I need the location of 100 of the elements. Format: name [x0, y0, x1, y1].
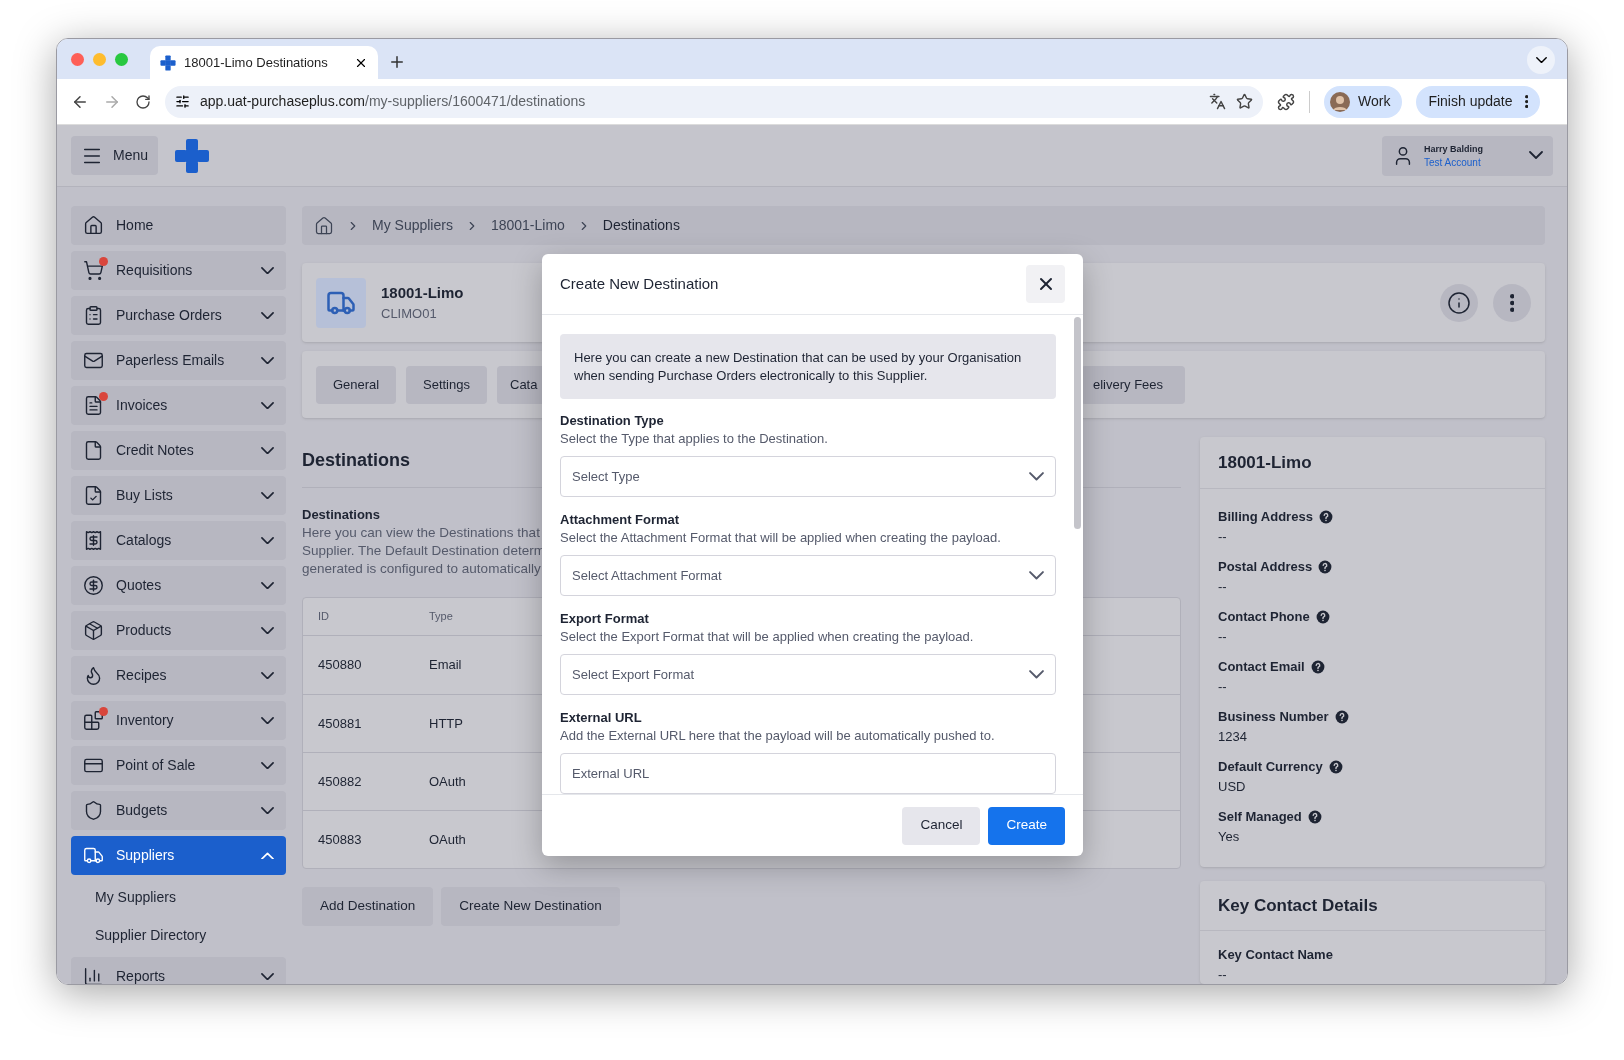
- avatar-icon: [1330, 91, 1350, 112]
- sidebar-label: Recipes: [116, 666, 168, 685]
- input-field[interactable]: External URL: [560, 753, 1056, 794]
- field-label: Contact Email: [1218, 658, 1305, 676]
- translate-icon[interactable]: [1209, 93, 1226, 110]
- clipboard-icon: [83, 305, 104, 326]
- table-cell-text: 450882: [317, 772, 363, 791]
- sidebar-label: Requisitions: [116, 261, 194, 280]
- browser-tab[interactable]: 18001-Limo Destinations: [150, 46, 378, 79]
- help-icon: [1307, 809, 1322, 824]
- shield-icon: [83, 800, 104, 821]
- sidebar-item[interactable]: Invoices: [71, 386, 286, 425]
- scrollbar[interactable]: [1074, 317, 1081, 529]
- info-button[interactable]: [1440, 283, 1478, 322]
- menu-button[interactable]: Menu: [71, 136, 158, 175]
- sidebar-item[interactable]: Recipes: [71, 656, 286, 695]
- column-header: Type: [429, 609, 453, 625]
- field-label: Key Contact Name: [1218, 946, 1334, 964]
- reload-icon[interactable]: [135, 93, 151, 110]
- receipt-icon: [83, 530, 104, 551]
- house-icon[interactable]: [314, 215, 334, 236]
- field-label: Attachment Format: [560, 511, 681, 529]
- bookmark-star-icon[interactable]: [1236, 93, 1253, 110]
- truck-icon: [83, 845, 104, 866]
- sidebar-item[interactable]: Budgets: [71, 791, 286, 830]
- select-field[interactable]: Select Export Format: [560, 654, 1056, 695]
- sidebar-item[interactable]: Quotes: [71, 566, 286, 605]
- sidebar-item[interactable]: Suppliers: [71, 836, 286, 875]
- address-bar[interactable]: app.uat-purchaseplus.com/my-suppliers/1600471/destinations: [165, 85, 1263, 118]
- supplier-code: CLIMO01: [381, 305, 438, 323]
- tab-search-button[interactable]: [1527, 46, 1555, 74]
- dollar-coin-icon: [83, 575, 104, 596]
- help-icon: [1334, 709, 1349, 724]
- field-value: --: [1218, 527, 1228, 546]
- breadcrumb-link[interactable]: 18001-Limo: [490, 215, 565, 236]
- sidebar-label: Credit Notes: [116, 441, 195, 460]
- sidebar-subitem[interactable]: Supplier Directory: [71, 919, 286, 951]
- sidebar-item[interactable]: Paperless Emails: [71, 341, 286, 380]
- close-button[interactable]: [1026, 265, 1065, 303]
- field-value: Yes: [1218, 827, 1241, 846]
- info-icon: [1447, 290, 1471, 315]
- create-button[interactable]: Create: [988, 806, 1065, 845]
- field-value: --: [1218, 965, 1228, 984]
- field-label: Billing Address: [1218, 508, 1313, 526]
- table-cell-text: 450883: [317, 830, 363, 849]
- cart-icon: [83, 260, 104, 281]
- sidebar-label: Buy Lists: [116, 486, 174, 505]
- new-tab-icon[interactable]: [388, 53, 406, 71]
- sidebar-item[interactable]: Point of Sale: [71, 746, 286, 785]
- account-name: Test Account: [1424, 155, 1482, 169]
- finish-update-button[interactable]: Finish update: [1416, 85, 1541, 118]
- sidebar-item[interactable]: Inventory: [71, 701, 286, 740]
- sidebar-item[interactable]: Purchase Orders: [71, 296, 286, 335]
- cancel-button[interactable]: Cancel: [902, 806, 981, 845]
- sidebar-item[interactable]: Reports: [71, 957, 286, 984]
- package-icon: [83, 620, 104, 641]
- tab[interactable]: elivery Fees: [1081, 365, 1186, 404]
- sidebar-subitem[interactable]: My Suppliers: [71, 881, 286, 913]
- action-button[interactable]: Add Destination: [302, 887, 434, 926]
- select-field[interactable]: Select Type: [560, 456, 1056, 497]
- breadcrumb-link[interactable]: My Suppliers: [372, 215, 453, 236]
- table-cell-text: OAuth: [429, 830, 466, 849]
- more-options-button[interactable]: [1493, 283, 1531, 322]
- user-name: Harry Balding: [1424, 142, 1484, 156]
- sidebar-label: Invoices: [116, 396, 169, 415]
- sidebar-item[interactable]: Products: [71, 611, 286, 650]
- sidebar-item[interactable]: Credit Notes: [71, 431, 286, 470]
- tab[interactable]: General: [316, 365, 396, 404]
- field-value: --: [1218, 577, 1228, 596]
- chevron-down-icon: [1535, 56, 1547, 64]
- card-title: 18001-Limo: [1218, 451, 1312, 474]
- dialog-title: Create New Destination: [560, 273, 720, 294]
- sidebar-label: Suppliers: [116, 846, 176, 865]
- action-button[interactable]: Create New Destination: [441, 887, 620, 926]
- field-help: Add the External URL here that the payload will be automatically pushed to.: [560, 727, 996, 745]
- more-icon: [1524, 95, 1529, 108]
- field-label: Contact Phone: [1218, 608, 1310, 626]
- sidebar-label: Budgets: [116, 801, 169, 820]
- field-help: Select the Export Format that will be applied when creating the payload.: [560, 628, 975, 646]
- extensions-icon[interactable]: [1277, 92, 1295, 111]
- field-help: Select the Type that applies to the Destination.: [560, 430, 829, 448]
- sidebar-item[interactable]: Home: [71, 206, 286, 245]
- user-menu[interactable]: Harry Balding Test Account: [1382, 135, 1553, 176]
- site-info-icon[interactable]: [175, 94, 190, 109]
- field-help: Select the Attachment Format that will be applied when creating the payload.: [560, 529, 1002, 547]
- profile-button[interactable]: Work: [1324, 85, 1403, 118]
- select-field[interactable]: Select Attachment Format: [560, 555, 1056, 596]
- field-label: Default Currency: [1218, 758, 1323, 776]
- field-label: Self Managed: [1218, 808, 1302, 826]
- field-label: Destination Type: [560, 412, 665, 430]
- field-label: Postal Address: [1218, 558, 1313, 576]
- sidebar-label: Inventory: [116, 711, 175, 730]
- file-check-icon: [83, 485, 104, 506]
- sidebar-item[interactable]: Requisitions: [71, 251, 286, 290]
- field-value: 1234: [1218, 727, 1248, 746]
- chevron-down-icon: [1029, 472, 1044, 481]
- sidebar-label: Point of Sale: [116, 756, 197, 775]
- sidebar-item[interactable]: Buy Lists: [71, 476, 286, 515]
- sidebar-item[interactable]: Catalogs: [71, 521, 286, 560]
- tab[interactable]: Settings: [406, 365, 487, 404]
